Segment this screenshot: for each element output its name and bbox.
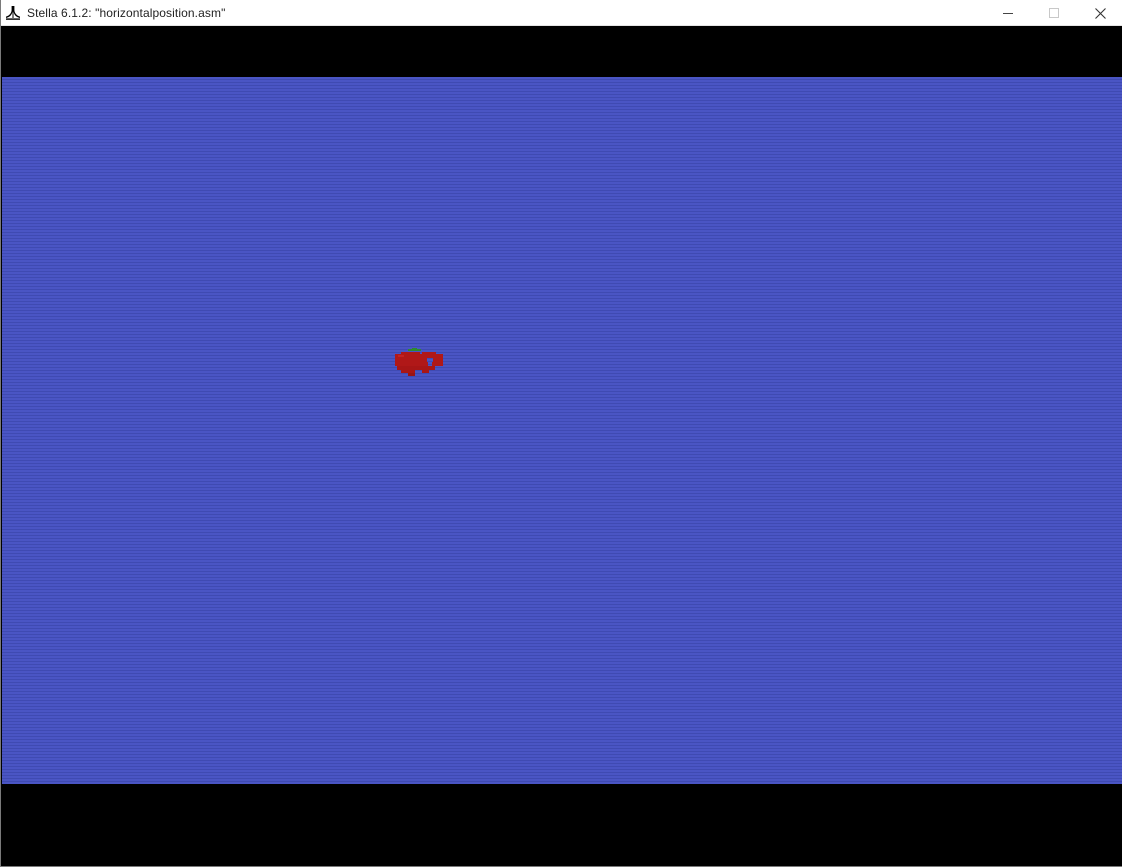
emulator-screen[interactable] xyxy=(2,26,1122,866)
window-title: Stella 6.1.2: "horizontalposition.asm" xyxy=(27,5,226,20)
maximize-button[interactable] xyxy=(1031,0,1077,26)
apple-sprite xyxy=(395,348,443,376)
game-playfield xyxy=(2,77,1122,784)
close-icon xyxy=(1094,7,1106,19)
atari-fuji-icon[interactable] xyxy=(5,5,21,21)
close-button[interactable] xyxy=(1077,0,1122,26)
maximize-icon xyxy=(1049,8,1059,18)
emulator-window: Stella 6.1.2: "horizontalposition.asm" xyxy=(0,0,1122,867)
window-controls xyxy=(985,0,1122,26)
minimize-icon xyxy=(1003,13,1013,14)
minimize-button[interactable] xyxy=(985,0,1031,26)
title-bar[interactable]: Stella 6.1.2: "horizontalposition.asm" xyxy=(1,0,1122,26)
